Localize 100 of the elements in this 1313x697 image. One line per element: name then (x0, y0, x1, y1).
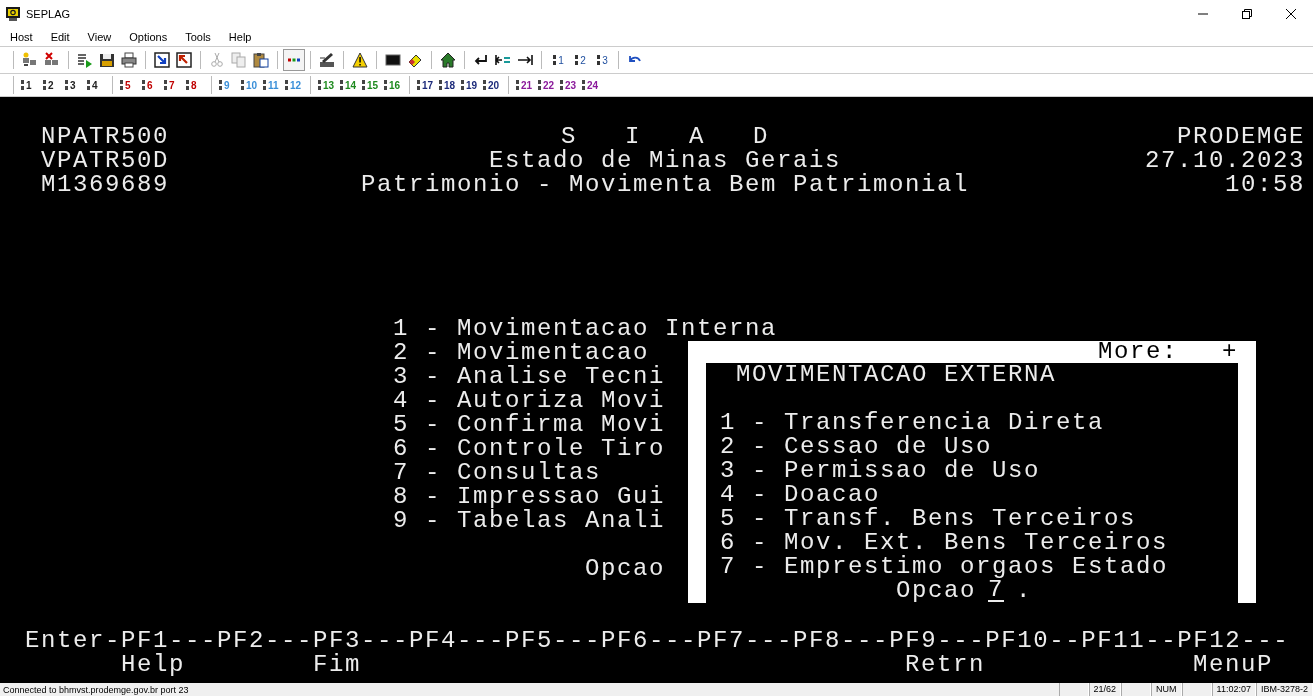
menu-option: 8 - Impressao Gui (393, 485, 666, 509)
pf-key-button[interactable]: 24 (580, 76, 602, 94)
num-lock-indicator: NUM (1151, 683, 1182, 696)
menu-option: 1 - Transferencia Direta (720, 411, 1105, 435)
function-key-label: Retrn (905, 653, 985, 677)
eraser-icon (407, 52, 423, 68)
warning-icon (352, 52, 368, 68)
pf-key-button[interactable]: 7 (162, 76, 184, 94)
status-time: 11:02:07 (1211, 683, 1256, 696)
menu-option: 3 - Permissao de Uso (720, 459, 1041, 483)
scissors-icon (209, 52, 225, 68)
clipboard-icon (253, 52, 269, 68)
key-icon (339, 79, 344, 91)
pf-key-button[interactable]: 3 (63, 76, 85, 94)
keyboard-pen-icon (319, 52, 335, 68)
pf-key-button[interactable]: 13 (316, 76, 338, 94)
key-icon (218, 79, 223, 91)
terminal-app-icon (5, 6, 21, 22)
option-field[interactable]: 7 (988, 580, 1005, 602)
key-icon (86, 79, 91, 91)
pf-key-button[interactable]: 5 (118, 76, 140, 94)
key-icon (64, 79, 69, 91)
pf-key-button[interactable]: 15 (360, 76, 382, 94)
pf-key-button[interactable]: 22 (536, 76, 558, 94)
pf-key-button[interactable]: 23 (558, 76, 580, 94)
menu-option: 2 - Cessao de Uso (720, 435, 993, 459)
key-icon (537, 79, 542, 91)
menu-item[interactable]: Help (228, 31, 252, 43)
pf-key-button[interactable]: 14 (338, 76, 360, 94)
close-icon (1286, 9, 1296, 19)
macro-button[interactable]: 2 (569, 49, 591, 71)
key-icon (42, 79, 47, 91)
menu-item[interactable]: View (87, 31, 112, 43)
menu-option: 7 - Consultas (393, 461, 602, 485)
dots-icon (287, 58, 301, 62)
prompt-label: Opcao (585, 557, 665, 581)
menu-option: 6 - Controle Tiro (393, 437, 666, 461)
key-icon (20, 79, 25, 91)
function-key-label: MenuP (1193, 653, 1273, 677)
pf-key-button[interactable]: 18 (437, 76, 459, 94)
key-icon (482, 79, 487, 91)
menu-item[interactable]: Tools (185, 31, 211, 43)
document-arrow-icon (154, 52, 170, 68)
function-key-label: Fim (313, 653, 361, 677)
pf-key-button[interactable]: 10 (239, 76, 261, 94)
macro-button[interactable]: 1 (547, 49, 569, 71)
key-icon (581, 79, 586, 91)
macro-button[interactable]: 3 (591, 49, 613, 71)
screen-text: NPATR500 (41, 125, 170, 149)
back-tab-icon (495, 52, 511, 68)
pf-key-button[interactable]: 2 (41, 76, 63, 94)
key-icon (284, 79, 289, 91)
toolbar-button[interactable] (173, 49, 195, 71)
lines-arrow-icon (77, 52, 93, 68)
screen-title: S I A D (561, 125, 769, 149)
pf-key-button[interactable]: 4 (85, 76, 107, 94)
key-icon (141, 79, 146, 91)
toolbar-button[interactable] (151, 49, 173, 71)
menu-item[interactable]: Edit (50, 31, 70, 43)
key-icon (240, 79, 245, 91)
menu-option: 7 - Emprestimo orgaos Estado (720, 555, 1169, 579)
screen-text: VPATR50D (41, 149, 170, 173)
key-icon (460, 79, 465, 91)
screen-text: PRODEMGE (1176, 125, 1305, 149)
printer-icon (121, 52, 137, 68)
pf-key-button[interactable]: 16 (382, 76, 404, 94)
key-icon (438, 79, 443, 91)
more-sign: + (1222, 341, 1238, 363)
pf-key-button[interactable]: 8 (184, 76, 206, 94)
menu-item[interactable]: Options (129, 31, 168, 43)
menu-option: 1 - Movimentacao Interna (393, 317, 778, 341)
screen-text: 10:58 (1225, 173, 1305, 197)
key-icon (552, 54, 558, 66)
key-icon (119, 79, 124, 91)
pf-key-button[interactable]: 21 (514, 76, 536, 94)
menu-option: 4 - Doacao (720, 483, 881, 507)
key-icon (361, 79, 366, 91)
window-title: SEPLAG (26, 8, 71, 20)
menu-option: 4 - Autoriza Movi (393, 389, 666, 413)
connection-status: Connected to bhmvst.prodemge.gov.br port 23 (2, 684, 190, 695)
menu-option: 3 - Analise Tecni (393, 365, 666, 389)
menu-option: 6 - Mov. Ext. Bens Terceiros (720, 531, 1169, 555)
pf-key-button[interactable]: 9 (217, 76, 239, 94)
key-icon (262, 79, 267, 91)
pf-key-button[interactable]: 1 (19, 76, 41, 94)
screen-text: 27.10.2023 (1144, 149, 1305, 173)
pf-key-button[interactable]: 17 (415, 76, 437, 94)
monitor-cross-icon (44, 52, 60, 68)
key-icon (383, 79, 388, 91)
pf-key-button[interactable]: 6 (140, 76, 162, 94)
screen-title: Estado de Minas Gerais (488, 149, 842, 173)
menu-item[interactable]: Host (10, 31, 33, 43)
pf-key-button[interactable]: 19 (459, 76, 481, 94)
function-key-line: Enter-PF1---PF2---PF3---PF4---PF5---PF6---PF7---PF8---PF9---PF10--PF11--PF12--- (25, 629, 1290, 653)
pf-key-button[interactable]: 20 (481, 76, 503, 94)
tab-arrow-icon (517, 52, 533, 68)
toolbar-button[interactable] (118, 49, 140, 71)
menu-option: 9 - Tabelas Anali (393, 509, 666, 533)
menu-option: 2 - Movimentacao (393, 341, 650, 365)
prompt-label: Opcao (896, 579, 976, 603)
